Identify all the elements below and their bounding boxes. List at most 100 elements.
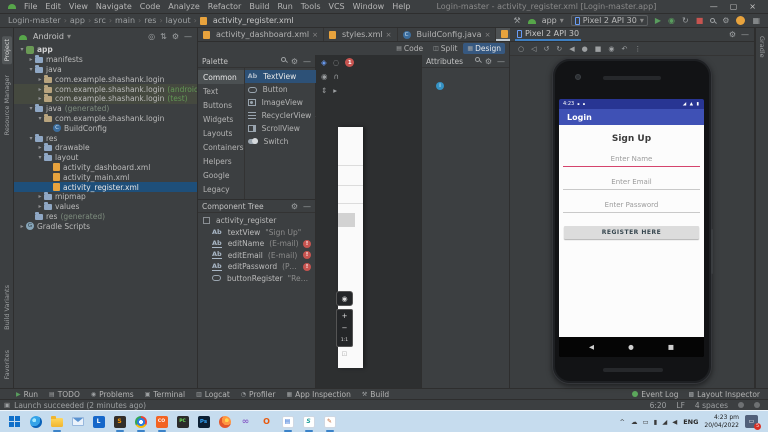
palette-category-widgets[interactable]: Widgets <box>198 112 244 126</box>
tree-arrow-icon[interactable]: ▸ <box>36 203 44 210</box>
component-activity_register[interactable]: activity_register <box>198 215 315 227</box>
tree-arrow-icon[interactable]: ▸ <box>36 95 44 102</box>
menu-item-navigate[interactable]: Navigate <box>92 2 136 11</box>
palette-category-legacy[interactable]: Legacy <box>198 182 244 196</box>
photoshop-app-icon[interactable]: Ps <box>195 412 212 432</box>
language-indicator[interactable]: ENG <box>683 418 698 426</box>
error-badge[interactable]: 1 <box>345 58 355 67</box>
zoom-level[interactable]: 1:1 <box>341 334 348 346</box>
run-config-select[interactable]: app ▾ <box>527 16 564 25</box>
caret-position[interactable]: 6:20 <box>650 401 667 410</box>
build-hammer-icon[interactable]: ⚒ <box>514 16 521 25</box>
search-icon[interactable] <box>710 18 716 23</box>
vstudio-app-icon[interactable]: ∞ <box>237 412 254 432</box>
menu-item-help[interactable]: Help <box>388 2 414 11</box>
clock[interactable]: 4:23 pm 20/04/2022 <box>704 414 739 428</box>
palette-category-containers[interactable]: Containers <box>198 140 244 154</box>
volume-icon[interactable]: ◀ <box>672 418 677 426</box>
settings-gear-icon[interactable]: ⚙ <box>291 57 298 66</box>
palette-item-recyclerview[interactable]: RecyclerView↓ <box>245 109 324 122</box>
orientation-icon[interactable]: ◌ <box>333 58 340 67</box>
view-options-icon[interactable]: ◉ <box>321 72 328 81</box>
toolwindow-logcat[interactable]: ▥ Logcat <box>196 390 230 399</box>
design-surface[interactable]: ◈ ◌ 1 ◉ ∩ ⇕ ▸ ◉ + − 1:1 ⊡ <box>316 55 421 388</box>
settings-gear-icon[interactable]: ⚙ <box>172 32 179 41</box>
tree-arrow-icon[interactable]: ▾ <box>27 66 35 73</box>
tree-arrow-icon[interactable]: ▸ <box>36 193 44 200</box>
tree-item-com-example-shashank-login[interactable]: ▸ com.example.shashank.login(androidTest) <box>14 84 197 94</box>
editor-tab-activity_dashboard-xml[interactable]: activity_dashboard.xml × <box>198 28 324 41</box>
rotate-right-icon[interactable]: ↻ <box>556 45 562 53</box>
pan-hand-icon[interactable]: ◉ <box>336 291 353 306</box>
cloud-icon[interactable]: ☁ <box>631 418 638 426</box>
hide-panel-icon[interactable]: — <box>497 57 505 66</box>
volume-icon[interactable]: ◁ <box>531 45 536 53</box>
mode-design[interactable]: ▦ Design <box>463 43 505 54</box>
tree-arrow-icon[interactable]: ▸ <box>18 223 26 230</box>
toolwindow-run[interactable]: ▶ Run <box>16 390 38 399</box>
toolwindow-build[interactable]: ⚒ Build <box>362 390 389 399</box>
menu-item-analyze[interactable]: Analyze <box>164 2 204 11</box>
coapp-app-icon[interactable]: CO <box>153 412 170 432</box>
brush-app-icon[interactable]: ✎ <box>321 412 338 432</box>
display-icon[interactable]: ▭ <box>642 418 648 426</box>
tree-arrow-icon[interactable]: ▾ <box>36 115 44 122</box>
palette-item-scrollview[interactable]: ScrollView <box>245 122 324 135</box>
close-icon[interactable]: × <box>386 31 392 39</box>
mode-split[interactable]: ◫ Split <box>429 43 461 54</box>
stop-icon[interactable]: ■ <box>696 16 704 25</box>
search-icon[interactable] <box>474 56 480 62</box>
line-ending[interactable]: LF <box>676 401 685 410</box>
toolwindow-problems[interactable]: ◉ Problems <box>91 390 134 399</box>
word-app-icon[interactable]: ▤ <box>279 412 296 432</box>
toolwindow-profiler[interactable]: ◔ Profiler <box>241 390 276 399</box>
teal-app-icon[interactable]: S <box>300 412 317 432</box>
menu-item-build[interactable]: Build <box>245 2 273 11</box>
input-enter-email[interactable]: Enter Email <box>563 178 700 190</box>
debug-icon[interactable]: ◉ <box>668 16 675 25</box>
layout-windows-icon[interactable]: ▦ <box>752 16 760 25</box>
tree-arrow-icon[interactable]: ▾ <box>36 154 44 161</box>
input-enter-name[interactable]: Enter Name <box>563 155 700 167</box>
lock-icon[interactable] <box>738 402 744 408</box>
editor-tab-styles-xml[interactable]: styles.xml × <box>324 28 398 41</box>
nav-recents-icon[interactable]: ■ <box>668 343 674 351</box>
breadcrumb-item[interactable]: Login-master <box>8 16 61 25</box>
home-icon[interactable]: ● <box>582 45 588 53</box>
mail-app-icon[interactable] <box>69 412 86 432</box>
close-icon[interactable]: × <box>312 31 318 39</box>
breadcrumb-item[interactable]: src <box>94 16 106 25</box>
tree-arrow-icon[interactable]: ▸ <box>36 144 44 151</box>
palette-category-helpers[interactable]: Helpers <box>198 154 244 168</box>
settings-gear-icon[interactable]: ⚙ <box>722 16 729 25</box>
locate-icon[interactable]: ◎ <box>148 32 155 41</box>
menu-item-edit[interactable]: Edit <box>41 2 65 11</box>
zoom-fit-icon[interactable]: ⊡ <box>336 350 353 358</box>
hide-panel-icon[interactable]: — <box>184 32 192 41</box>
tree-item-activity-register-xml[interactable]: activity_register.xml <box>14 182 197 192</box>
hide-panel-icon[interactable]: — <box>303 202 311 211</box>
tool-strip-resource-manager[interactable]: Resource Manager <box>2 72 12 138</box>
palette-item-button[interactable]: Button <box>245 83 324 96</box>
menu-item-code[interactable]: Code <box>136 2 164 11</box>
network-icon[interactable]: ◢ <box>662 418 667 426</box>
zoom-in-button[interactable]: + <box>342 310 348 322</box>
settings-gear-icon[interactable]: ⚙ <box>485 57 492 66</box>
palette-category-common[interactable]: Common <box>198 70 244 84</box>
nav-home-icon[interactable]: ● <box>628 343 634 351</box>
firefox-app-icon[interactable] <box>216 412 233 432</box>
notification-center-icon[interactable]: ▭ 5 <box>745 415 761 430</box>
tree-item-gradle-scripts[interactable]: ▸ G Gradle Scripts <box>14 221 197 231</box>
autoconnect-magnet-icon[interactable]: ∩ <box>334 72 340 81</box>
chevron-up-icon[interactable]: ^ <box>620 418 625 426</box>
run-icon[interactable]: ▶ <box>655 16 661 25</box>
search-icon[interactable] <box>280 56 286 62</box>
component-editpassword[interactable]: Ab editPassword (Password)! <box>198 261 315 273</box>
tree-item-mipmap[interactable]: ▸ mipmap <box>14 192 197 202</box>
tool-strip-project[interactable]: Project <box>1 36 12 65</box>
tree-item-java[interactable]: ▾ java <box>14 64 197 75</box>
tree-arrow-icon[interactable]: ▾ <box>27 135 35 142</box>
menu-item-file[interactable]: File <box>20 2 41 11</box>
notification-icon[interactable] <box>754 402 760 408</box>
menu-item-tools[interactable]: Tools <box>297 2 325 11</box>
